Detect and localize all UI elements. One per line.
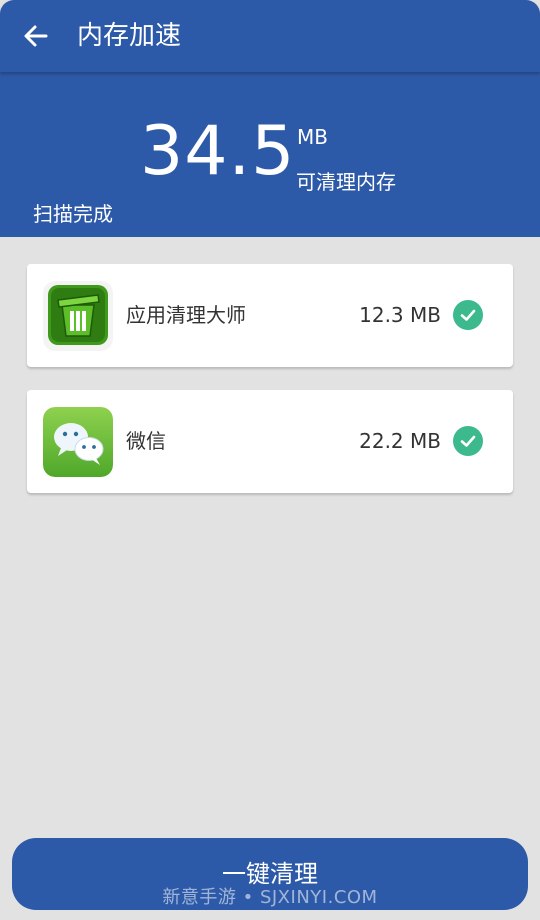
- back-button[interactable]: [18, 18, 54, 54]
- scan-status: 扫描完成: [33, 202, 113, 226]
- scan-summary: 34.5 MB 可清理内存 扫描完成: [0, 72, 540, 237]
- app-size: 12.3 MB: [359, 303, 441, 327]
- check-icon[interactable]: [453, 300, 483, 330]
- cleanable-amount: 34.5: [140, 112, 296, 191]
- watermark: 新意手游 • SJXINYI.COM: [162, 887, 378, 908]
- arrow-left-icon: [24, 25, 48, 47]
- amount-unit: MB: [297, 125, 328, 149]
- app-item-wechat[interactable]: 微信 22.2 MB: [27, 390, 513, 493]
- wechat-icon: [43, 407, 113, 477]
- app-name: 应用清理大师: [126, 303, 246, 327]
- page-title: 内存加速: [77, 21, 182, 51]
- check-icon[interactable]: [453, 426, 483, 456]
- app-name: 微信: [126, 429, 166, 453]
- app-bar: 内存加速: [0, 0, 540, 72]
- app-item-cleaner[interactable]: 应用清理大师 12.3 MB: [27, 264, 513, 367]
- cleanable-caption: 可清理内存: [296, 170, 396, 194]
- app-size: 22.2 MB: [359, 429, 441, 453]
- trash-bin-icon: [43, 281, 113, 351]
